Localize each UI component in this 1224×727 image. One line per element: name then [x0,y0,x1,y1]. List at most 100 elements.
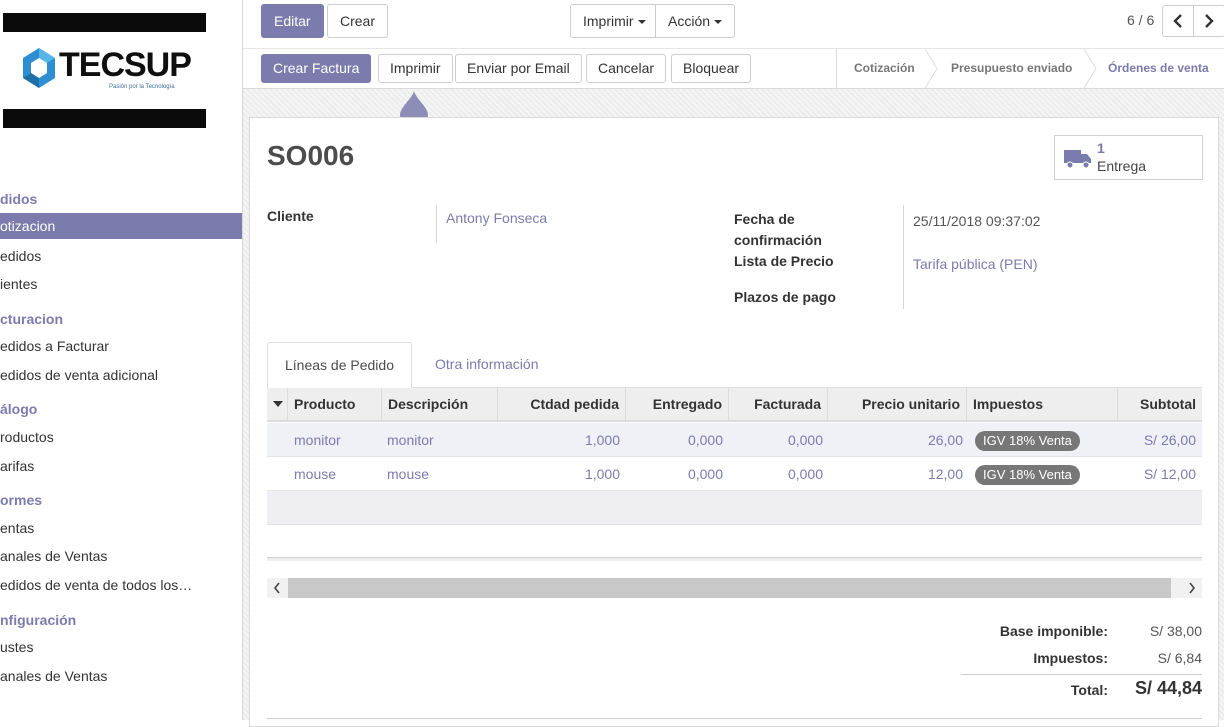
cell-taxes: IGV 18% Venta [969,457,1119,491]
statusbar: Cotización Presupuesto enviado Órdenes d… [836,49,1224,88]
customer-link[interactable]: Antony Fonseca [446,208,547,229]
menu-item-ventas[interactable]: entas [0,515,242,541]
stage-arrow-icon [924,49,938,88]
company-logo[interactable]: TECSUP Pasión por la Tecnología [3,0,206,173]
customer-label: Cliente [267,208,314,224]
menu-item-cotizacion[interactable]: otizacion [0,213,242,239]
menu-item-productos[interactable]: roductos [0,424,242,450]
menu-section-facturacion: cturacion [0,311,64,327]
pager-previous-button[interactable] [1162,5,1194,37]
pricelist-label: Lista de Precio [734,253,834,269]
table-header: Producto Descripción Ctdad pedida Entreg… [267,388,1202,422]
cell-delivered: 0,000 [687,432,723,448]
edit-button[interactable]: Editar [261,4,324,38]
column-header-taxes[interactable]: Impuestos [967,388,1118,420]
tax-badge: IGV 18% Venta [975,431,1080,452]
print-dropdown[interactable]: Imprimir [570,4,659,38]
scroll-left-button[interactable] [267,578,287,598]
stage-presupuesto-enviado[interactable]: Presupuesto enviado [951,49,1072,88]
cell-qty: 1,000 [584,466,620,482]
horizontal-scrollbar[interactable] [267,578,1202,598]
notebook-tabs: Líneas de Pedido Otra información [267,342,1202,388]
action-dropdown[interactable]: Acción [655,4,736,38]
stage-cotizacion[interactable]: Cotización [854,49,915,88]
column-header-delivered[interactable]: Entregado [626,388,729,420]
pricelist-link[interactable]: Tarifa pública (PEN) [913,254,1038,275]
menu-item-label: anales de Ventas [0,668,108,684]
stage-ordenes-de-venta: Órdenes de venta [1108,61,1209,75]
sidebar: TECSUP Pasión por la Tecnología didos ot… [0,0,243,720]
chevron-left-icon [1173,14,1182,28]
column-header-qty[interactable]: Ctdad pedida [498,388,626,420]
menu-item-label: ustes [0,639,34,655]
delivery-smart-button[interactable]: 1 Entrega [1054,135,1203,180]
field-divider [903,205,904,309]
table-row[interactable]: mouse mouse 1,000 0,000 0,000 12,00 IGV … [267,457,1202,491]
lock-button[interactable]: Bloquear [671,54,752,83]
scroll-right-button[interactable] [1182,578,1202,598]
logo-tagline: Pasión por la Tecnología [109,84,175,90]
menu-item-label: edidos a Facturar [0,338,109,354]
column-header-subtotal[interactable]: Subtotal [1118,388,1202,420]
confirmation-date-value: 25/11/2018 09:37:02 [913,213,1041,229]
action-dropdown-label: Acción [668,13,711,29]
cell-taxes: IGV 18% Venta [969,423,1119,457]
scrollbar-thumb[interactable] [288,578,1171,598]
pager-value[interactable]: 6 / 6 [1127,12,1154,28]
menu-item-label: anales de Ventas [0,548,108,564]
menu-item-canales-de-ventas-config[interactable]: anales de Ventas [0,663,242,689]
column-header-product[interactable]: Producto [288,388,382,420]
menu-item-ajustes[interactable]: ustes [0,634,242,660]
cell-invoiced: 0,000 [787,432,823,448]
menu-section-informes: ormes [0,492,43,508]
send-email-button[interactable]: Enviar por Email [455,54,582,83]
caret-down-icon [714,20,723,25]
cell-unit-price: 12,00 [927,466,963,482]
sheet-bottom-divider [267,718,1202,719]
menu-item-pedidos-venta-adicional[interactable]: edidos de venta adicional [0,362,242,388]
record-title: SO006 [267,140,355,171]
column-header-unit-price[interactable]: Precio unitario [828,388,967,420]
field-divider [436,205,437,243]
cell-subtotal: S/ 26,00 [1143,432,1196,448]
cell-delivered: 0,000 [687,466,723,482]
menu-item-label: ientes [0,276,38,292]
taxes-label: Impuestos: [1033,650,1108,666]
create-button[interactable]: Crear [327,4,389,38]
menu-section-catalogo: álogo [0,401,38,417]
print-dropdown-label: Imprimir [583,13,634,29]
menu-item-tarifas[interactable]: arifas [0,453,242,479]
menu-item-pedidos-a-facturar[interactable]: edidos a Facturar [0,333,242,359]
sort-toggle[interactable] [267,388,288,420]
menu-item-clientes[interactable]: ientes [0,271,242,297]
table-footer-divider [267,557,1202,561]
tab-other-info[interactable]: Otra información [418,342,555,388]
menu-section-configuracion: nfiguración [0,612,77,628]
chevron-left-icon [273,582,280,594]
menu-item-label: otizacion [0,218,56,234]
menu-item-pedidos[interactable]: edidos [0,243,242,269]
column-header-description[interactable]: Descripción [382,388,498,420]
chevron-right-icon [1205,14,1214,28]
menu-item-label: arifas [0,458,35,474]
total-value: S/ 44,84 [1134,678,1202,698]
create-invoice-button[interactable]: Crear Factura [261,54,372,83]
menu-item-label: edidos de venta adicional [0,367,159,383]
cancel-button[interactable]: Cancelar [586,54,667,83]
tab-order-lines[interactable]: Líneas de Pedido [267,342,412,388]
table-row[interactable]: monitor monitor 1,000 0,000 0,000 26,00 … [267,423,1202,457]
column-header-invoiced[interactable]: Facturada [729,388,828,420]
untaxed-amount-value: S/ 38,00 [1149,623,1202,639]
pager-next-button[interactable] [1193,5,1224,37]
menu-item-pedidos-todos[interactable]: edidos de venta de todos los… [0,572,242,598]
menu-section-pedidos: didos [0,191,38,207]
cell-qty: 1,000 [584,432,620,448]
totals-divider [961,674,1202,675]
cell-unit-price: 26,00 [927,432,963,448]
logo-band-bottom [3,109,206,128]
cell-product: monitor [294,432,341,448]
cell-description: monitor [387,432,434,448]
menu-item-canales-de-ventas-report[interactable]: anales de Ventas [0,543,242,569]
print-button[interactable]: Imprimir [378,54,453,83]
control-panel: Editar Crear Imprimir Acción 6 / 6 [243,0,1224,49]
